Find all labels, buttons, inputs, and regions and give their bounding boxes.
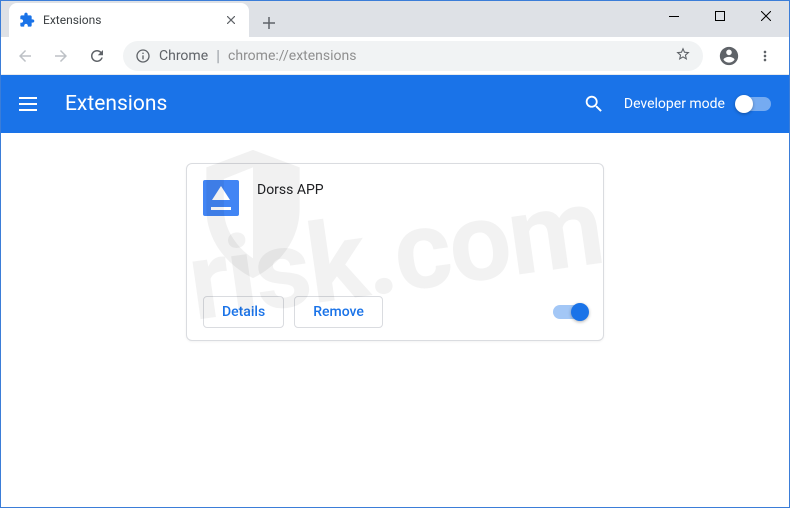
search-button[interactable]	[582, 92, 606, 116]
extension-app-icon	[203, 180, 239, 216]
close-icon	[761, 11, 771, 21]
info-icon	[135, 48, 151, 64]
developer-mode-label: Developer mode	[624, 96, 725, 112]
forward-button[interactable]	[45, 40, 77, 72]
omnibox[interactable]: Chrome | chrome://extensions	[123, 41, 703, 71]
hamburger-icon	[19, 97, 37, 99]
close-window-button[interactable]	[743, 1, 789, 31]
menu-button[interactable]	[749, 40, 781, 72]
omnibox-divider: |	[216, 46, 220, 65]
search-icon	[583, 93, 605, 115]
remove-button[interactable]: Remove	[294, 296, 383, 328]
toggle-thumb	[571, 303, 589, 321]
extension-card-body: Dorss APP	[187, 164, 603, 284]
reload-icon	[88, 47, 106, 65]
address-bar: Chrome | chrome://extensions	[1, 37, 789, 75]
extension-enable-toggle[interactable]	[553, 305, 587, 319]
menu-toggle-button[interactable]	[19, 92, 43, 116]
profile-icon	[718, 45, 740, 67]
toggle-thumb	[735, 95, 753, 113]
page-title: Extensions	[65, 92, 582, 116]
tab-title: Extensions	[43, 13, 215, 27]
extension-card-footer: Details Remove	[187, 284, 603, 340]
arrow-right-icon	[52, 47, 70, 65]
arrow-left-icon	[16, 47, 34, 65]
profile-button[interactable]	[713, 40, 745, 72]
back-button[interactable]	[9, 40, 41, 72]
extension-name: Dorss APP	[257, 182, 324, 268]
tab-extensions[interactable]: Extensions	[9, 3, 249, 37]
extension-card: Dorss APP Details Remove	[186, 163, 604, 341]
reload-button[interactable]	[81, 40, 113, 72]
bookmark-button[interactable]	[675, 46, 691, 66]
maximize-button[interactable]	[697, 1, 743, 31]
details-button[interactable]: Details	[203, 296, 284, 328]
new-tab-button[interactable]	[255, 9, 283, 37]
omnibox-url: chrome://extensions	[228, 48, 667, 64]
extensions-header: Extensions Developer mode	[1, 75, 789, 133]
extensions-content: Dorss APP Details Remove	[1, 133, 789, 371]
puzzle-icon	[19, 12, 35, 28]
plus-icon	[263, 17, 275, 29]
close-icon	[227, 16, 235, 24]
omnibox-scheme: Chrome	[159, 48, 208, 64]
dots-vertical-icon	[757, 48, 773, 64]
minimize-icon	[669, 16, 679, 17]
developer-mode-toggle[interactable]	[737, 97, 771, 111]
maximize-icon	[715, 11, 725, 21]
minimize-button[interactable]	[651, 1, 697, 31]
tab-close-button[interactable]	[223, 12, 239, 28]
star-icon	[675, 46, 691, 62]
